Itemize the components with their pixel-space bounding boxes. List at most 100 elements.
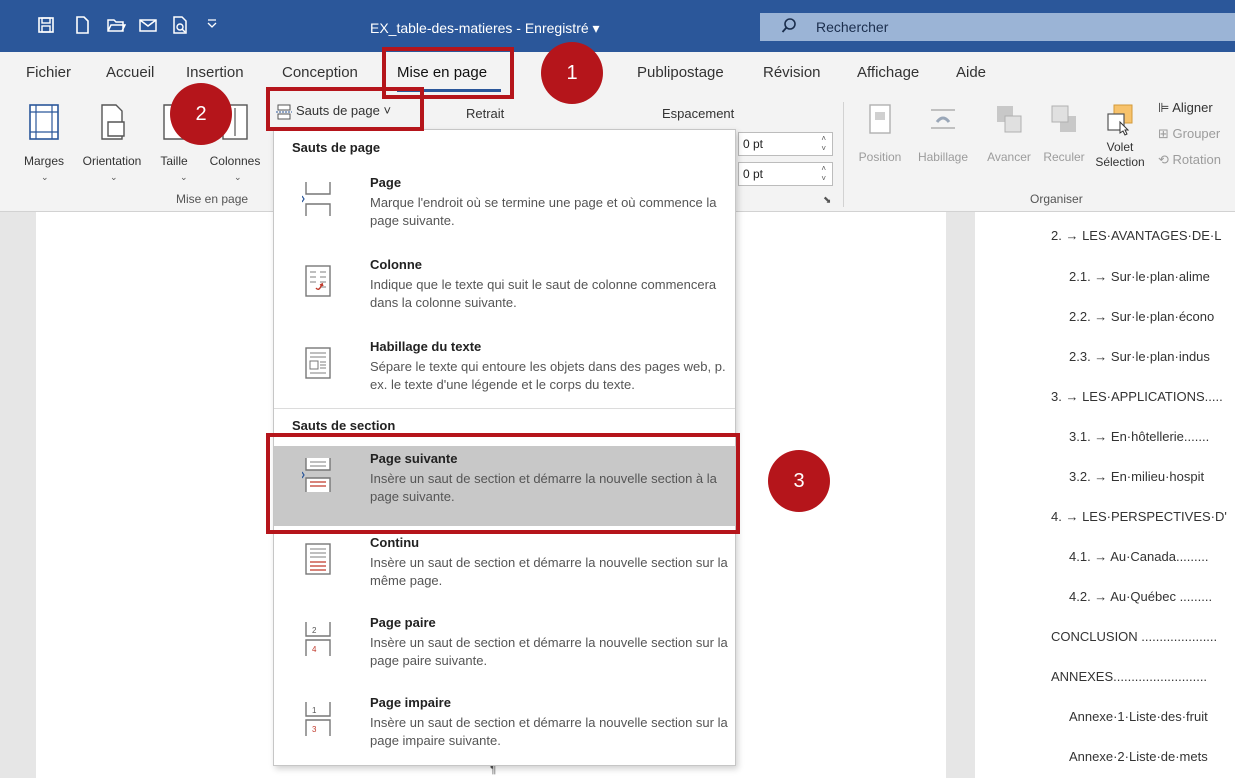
tab-affichage[interactable]: Affichage (857, 64, 919, 81)
toc-entry[interactable]: 4.2. → Au·Québec ......... (1069, 589, 1212, 604)
selection-pane-button[interactable]: Volet Sélection (1094, 102, 1146, 170)
spacing-before-input[interactable]: 0 pt ˄ ˅ (738, 132, 833, 156)
document-page-toc[interactable]: 2. → LES·AVANTAGES·DE·L 2.1. → Sur·le·pl… (975, 212, 1235, 778)
position-label: Position (858, 150, 902, 164)
tab-accueil[interactable]: Accueil (106, 64, 154, 81)
spacing-after-input[interactable]: 0 pt ˄ ˅ (738, 162, 833, 186)
group-label-mise-en-page: Mise en page (176, 192, 249, 206)
tab-revision[interactable]: Révision (763, 64, 821, 81)
toc-entry[interactable]: 2.3. → Sur·le·plan·indus (1069, 349, 1210, 364)
wrap-text-label: Habillage (917, 150, 969, 164)
menu-item-page[interactable]: Page Marque l'endroit où se termine une … (274, 170, 735, 248)
menu-item-continuous[interactable]: Continu Insère un saut de section et dém… (274, 530, 735, 608)
position-button[interactable]: Position (852, 102, 908, 164)
odd-page-section-break-icon: 13 (305, 702, 331, 736)
svg-text:1: 1 (312, 706, 317, 715)
menu-item-description: Insère un saut de section et démarre la … (370, 715, 728, 748)
page-break-icon (302, 182, 331, 216)
rotate-icon: ⟲ (1158, 152, 1169, 167)
annotation-box-page-breaks (266, 87, 424, 131)
tab-aide[interactable]: Aide (956, 64, 986, 81)
svg-text:4: 4 (312, 645, 317, 654)
tab-conception[interactable]: Conception (282, 64, 358, 81)
menu-item-title: Page paire (370, 615, 436, 630)
send-backward-label: Reculer (1043, 150, 1085, 164)
tab-publipostage[interactable]: Publipostage (637, 64, 724, 81)
tab-fichier[interactable]: Fichier (26, 64, 71, 81)
menu-header-section-breaks: Sauts de section (292, 418, 396, 433)
menu-item-title: Continu (370, 535, 420, 550)
toc-entry[interactable]: 3.1. → En·hôtellerie....... (1069, 429, 1209, 444)
spacing-before-value: 0 pt (743, 137, 764, 151)
columns-label: Colonnes (209, 154, 261, 168)
orientation-icon (101, 104, 125, 140)
orientation-button[interactable]: Orientation (76, 102, 148, 168)
chevron-down-icon: ⌄ (234, 172, 242, 182)
align-label: Aligner (1172, 100, 1213, 115)
text-wrapping-break-icon (305, 347, 331, 379)
toc-entry[interactable]: ANNEXES.......................... (1051, 669, 1207, 684)
annotation-badge-2: 2 (170, 83, 232, 145)
tab-insertion[interactable]: Insertion (186, 64, 244, 81)
search-placeholder: Rechercher (816, 19, 889, 35)
bring-forward-icon (997, 106, 1022, 133)
send-backward-icon (1051, 105, 1076, 132)
group-label: Grouper (1172, 126, 1221, 141)
new-document-icon[interactable] (72, 15, 92, 35)
column-break-icon (305, 265, 331, 297)
annotation-badge-3: 3 (768, 450, 830, 512)
toc-entry[interactable]: 3.2. → En·milieu·hospit (1069, 469, 1204, 484)
spacing-label: Espacement (662, 106, 735, 121)
customize-toolbar-icon[interactable] (206, 18, 218, 32)
menu-item-title: Habillage du texte (370, 339, 482, 354)
toc-entry[interactable]: Annexe·2·Liste·de·mets (1069, 749, 1208, 764)
open-folder-icon[interactable] (106, 15, 127, 35)
menu-item-text-wrapping[interactable]: Habillage du texte Sépare le texte qui e… (274, 334, 735, 412)
spin-arrows-icon[interactable]: ˄ ˅ (821, 134, 826, 154)
size-label: Taille (160, 154, 188, 168)
toc-entry[interactable]: CONCLUSION ..................... (1051, 629, 1217, 644)
bring-forward-button[interactable]: Avancer (978, 102, 1040, 164)
bring-forward-label: Avancer (987, 150, 1031, 164)
selection-pane-label-1: Volet (1106, 140, 1134, 154)
menu-item-odd-page[interactable]: 13 Page impaire Insère un saut de sectio… (274, 690, 735, 768)
menu-header-page-breaks: Sauts de page (292, 140, 381, 155)
align-icon: ⊫ (1158, 100, 1170, 115)
margins-icon (29, 104, 59, 140)
menu-item-column[interactable]: Colonne Indique que le texte qui suit le… (274, 252, 735, 330)
menu-item-description: Insère un saut de section et démarre la … (370, 635, 728, 668)
menu-item-description: Insère un saut de section et démarre la … (370, 555, 728, 588)
rotate-label: Rotation (1172, 152, 1221, 167)
autosave-icon[interactable] (36, 15, 56, 35)
chevron-down-icon: ⌄ (41, 172, 49, 182)
annotation-badge-1: 1 (541, 42, 603, 104)
email-icon[interactable] (138, 15, 158, 35)
spin-arrows-icon[interactable]: ˄ ˅ (821, 164, 826, 184)
align-button[interactable]: ⊫ Aligner (1158, 100, 1213, 116)
toc-entry[interactable]: 2.2. → Sur·le·plan·écono (1069, 309, 1214, 324)
continuous-section-break-icon (305, 543, 331, 575)
document-title: EX_table-des-matieres - Enregistré ▾ (370, 20, 600, 36)
toc-entry[interactable]: 2. → LES·AVANTAGES·DE·L (1051, 228, 1222, 243)
toc-entry[interactable]: 4. → LES·PERSPECTIVES·D' (1051, 509, 1227, 524)
search-box[interactable]: Rechercher (760, 13, 1235, 41)
toc-entry[interactable]: 2.1. → Sur·le·plan·alime (1069, 269, 1210, 284)
indent-label: Retrait (466, 106, 505, 121)
menu-item-description: Marque l'endroit où se termine une page … (370, 195, 717, 228)
menu-item-title: Colonne (370, 257, 422, 272)
toc-entry[interactable]: Annexe·1·Liste·des·fruit (1069, 709, 1208, 724)
send-backward-button[interactable]: Reculer (1036, 102, 1092, 164)
menu-item-description: Indique que le texte qui suit le saut de… (370, 277, 717, 310)
wrap-text-button[interactable]: Habillage (910, 102, 976, 164)
dialog-launcher-icon[interactable]: ⬊ (823, 195, 831, 206)
toc-entry[interactable]: 3. → LES·APPLICATIONS..... (1051, 389, 1223, 404)
print-preview-icon[interactable] (170, 15, 190, 35)
menu-divider (274, 408, 735, 409)
menu-item-even-page[interactable]: 24 Page paire Insère un saut de section … (274, 610, 735, 688)
menu-item-title: Page impaire (370, 695, 451, 710)
rotate-button[interactable]: ⟲ Rotation (1158, 152, 1221, 168)
menu-item-description: Sépare le texte qui entoure les objets d… (370, 359, 726, 392)
group-button[interactable]: ⊞ Grouper (1158, 126, 1220, 142)
toc-entry[interactable]: 4.1. → Au·Canada......... (1069, 549, 1208, 564)
margins-button[interactable]: Marges (14, 102, 74, 168)
